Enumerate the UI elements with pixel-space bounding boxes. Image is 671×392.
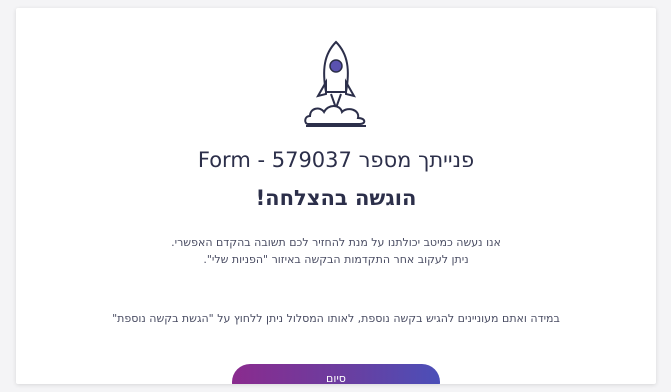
rocket-icon — [300, 36, 372, 132]
info-line-1: אנו נעשה כמיטב יכולתנו על מנת להחזיר לכם… — [171, 236, 501, 249]
info-text: אנו נעשה כמיטב יכולתנו על מנת להחזיר לכם… — [16, 234, 656, 268]
additional-request-text: במידה ואתם מעוניינים להגיש בקשה נוספת, ל… — [112, 312, 560, 325]
request-number-title: פנייתך מספר 579037 - Form — [197, 148, 475, 172]
finish-button[interactable]: סיום — [232, 364, 440, 384]
success-title: הוגשה בהצלחה! — [255, 186, 417, 210]
confirmation-card: פנייתך מספר 579037 - Form הוגשה בהצלחה! … — [16, 8, 656, 384]
info-line-2: ניתן לעקוב אחר התקדמות הבקשה באיזור "הפנ… — [203, 253, 469, 266]
